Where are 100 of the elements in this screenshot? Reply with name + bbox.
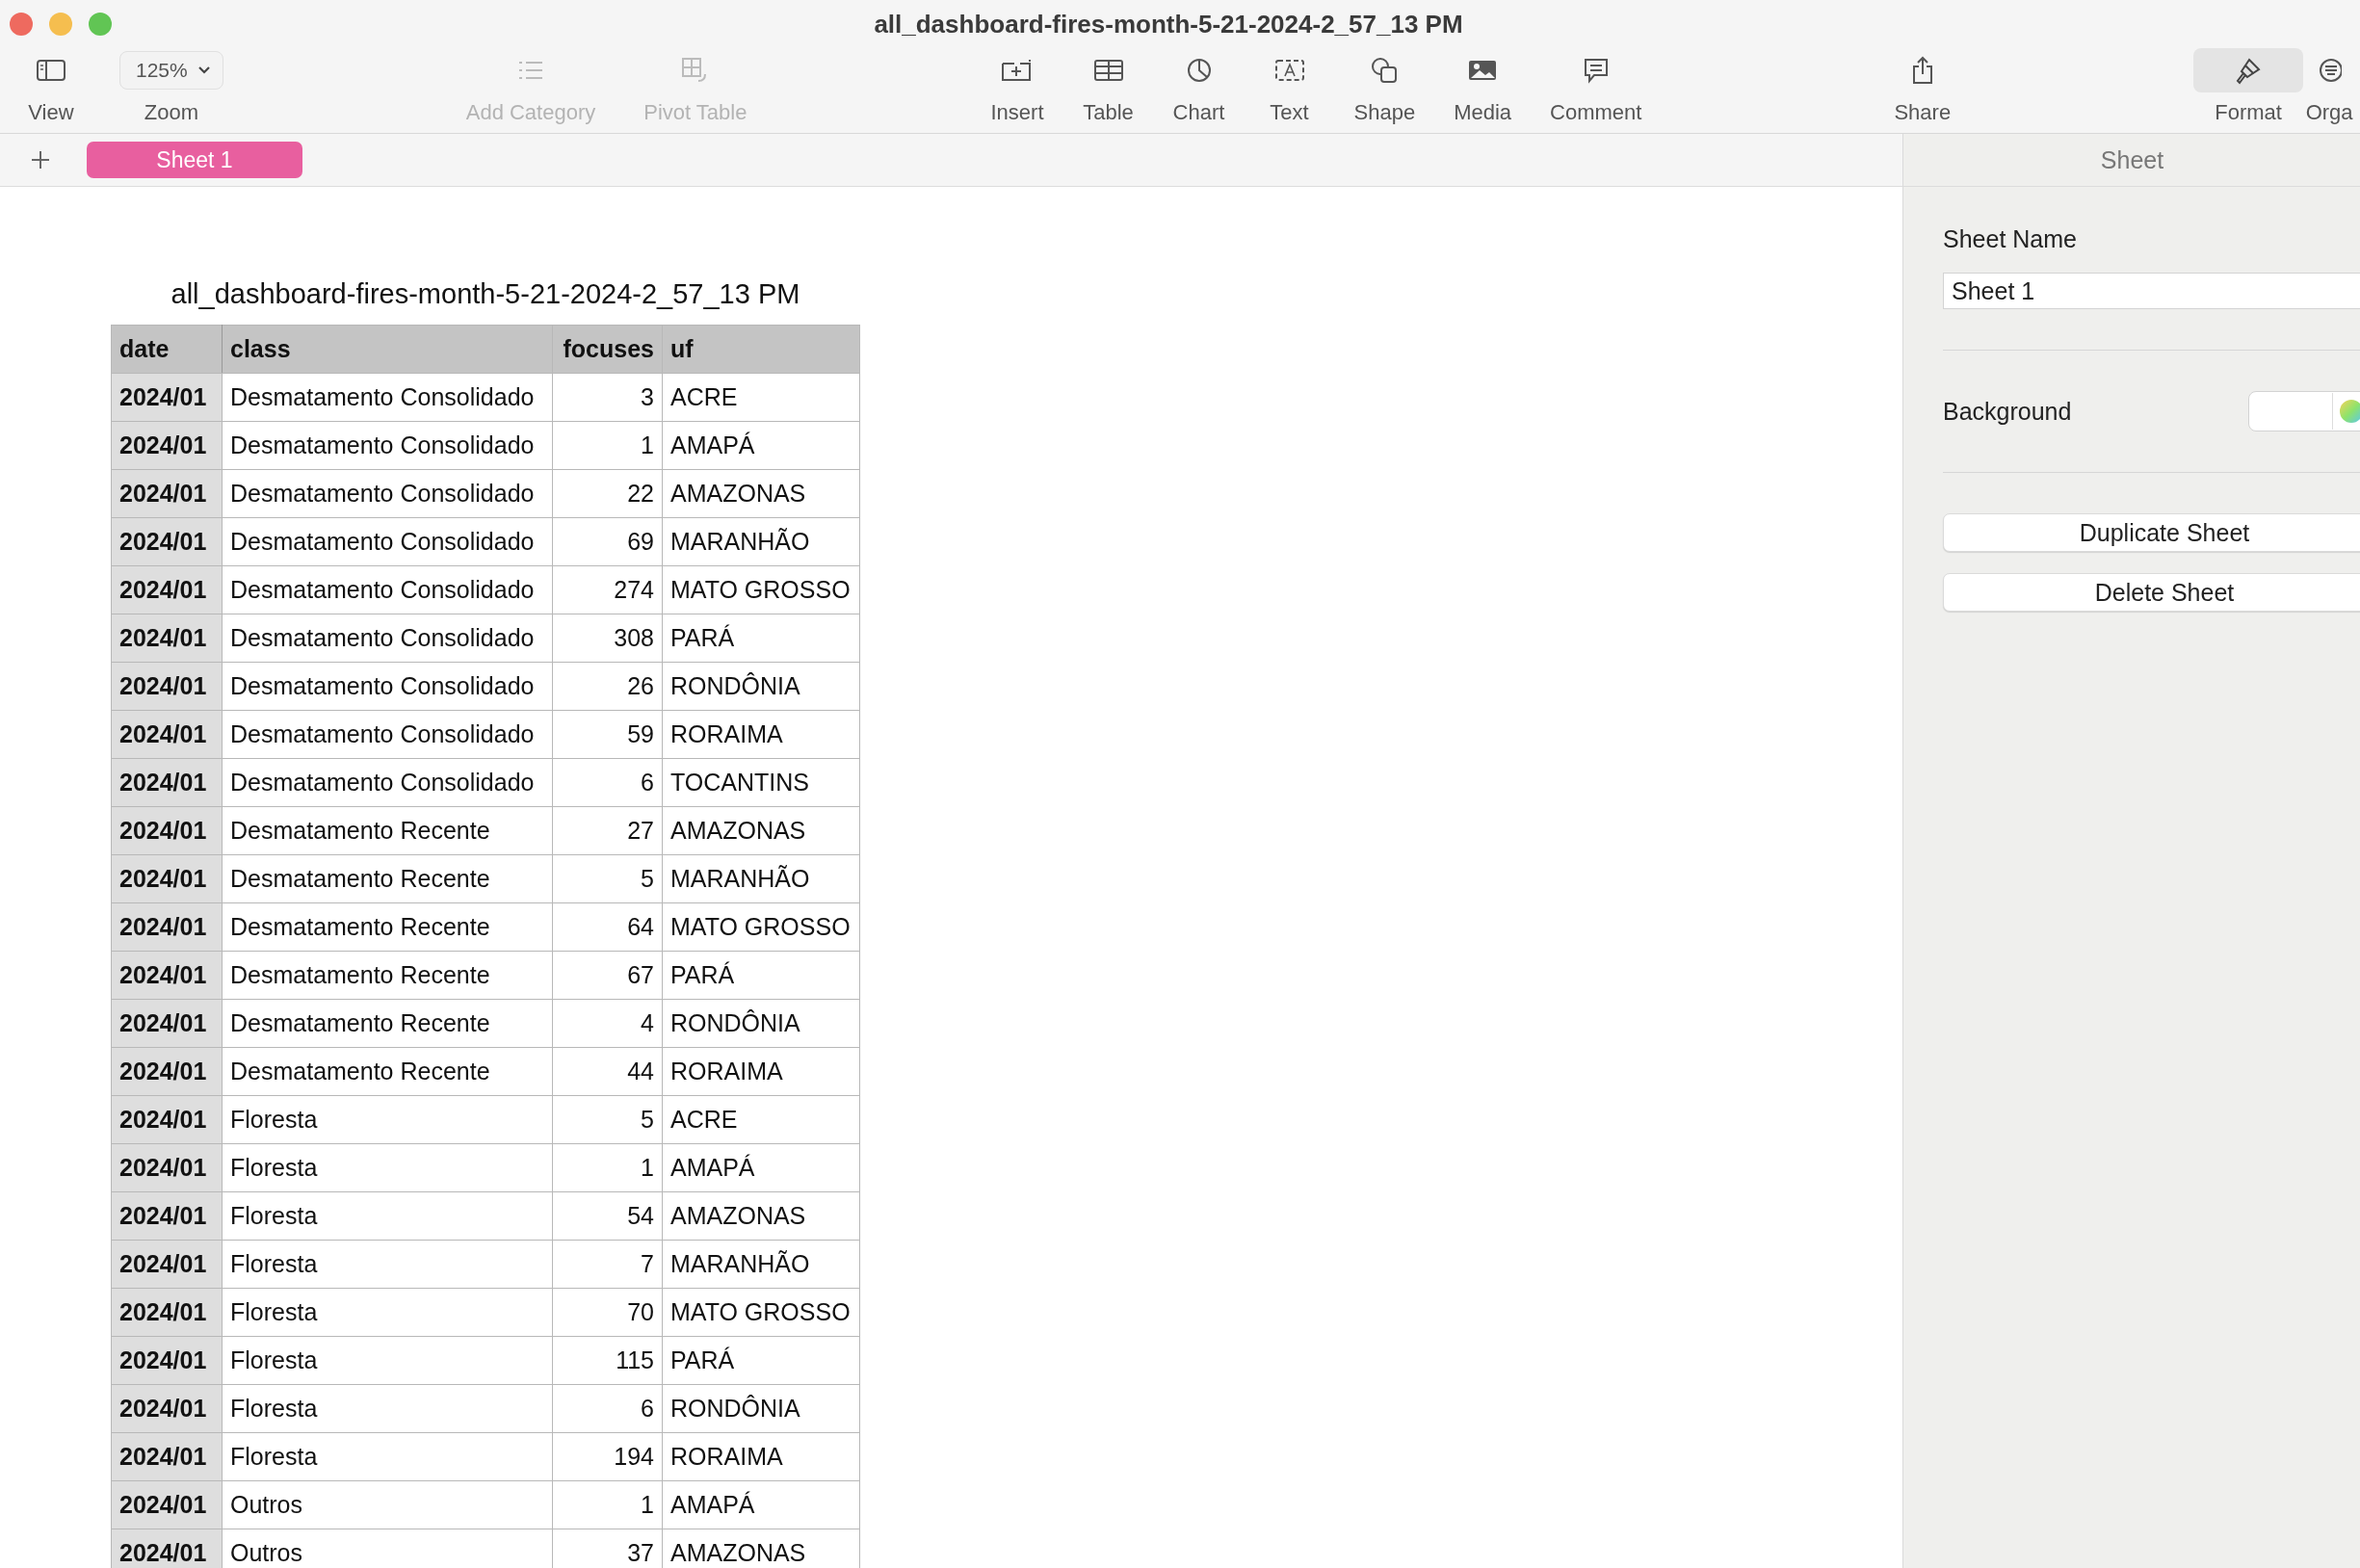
- table-cell: 2024/01: [111, 1336, 223, 1385]
- column-header: date: [111, 325, 223, 374]
- table-cell: Desmatamento Consolidado: [222, 565, 553, 614]
- table-cell: 2024/01: [111, 1288, 223, 1337]
- toolbar-button[interactable]: Table: [1082, 48, 1135, 125]
- table-cell: 308: [552, 614, 663, 663]
- table-cell: 2024/01: [111, 373, 223, 422]
- table-cell: 2024/01: [111, 1047, 223, 1096]
- table-cell: AMAZONAS: [662, 469, 860, 518]
- table-cell: 2024/01: [111, 999, 223, 1048]
- table-cell: 2024/01: [111, 1480, 223, 1529]
- table-cell: MARANHÃO: [662, 517, 860, 566]
- toolbar-button[interactable]: Chart: [1172, 48, 1225, 125]
- table-cell: 1: [552, 1143, 663, 1192]
- table-cell: MARANHÃO: [662, 854, 860, 903]
- table-cell: 6: [552, 1384, 663, 1433]
- table-cell: Outros: [222, 1480, 553, 1529]
- table-cell: Desmatamento Recente: [222, 806, 553, 855]
- table-cell: Floresta: [222, 1432, 553, 1481]
- table-cell: Desmatamento Consolidado: [222, 469, 553, 518]
- sheet-action-button[interactable]: Delete Sheet: [1943, 573, 2360, 612]
- zoom-button[interactable]: [89, 13, 112, 36]
- table-cell: Floresta: [222, 1288, 553, 1337]
- table-cell: 5: [552, 854, 663, 903]
- table-cell: ACRE: [662, 1095, 860, 1144]
- toolbar-button[interactable]: Comment: [1550, 48, 1642, 125]
- shapes-icon: [1370, 57, 1400, 84]
- table-cell: MATO GROSSO: [662, 565, 860, 614]
- table-cell: Floresta: [222, 1143, 553, 1192]
- table-cell: Desmatamento Consolidado: [222, 758, 553, 807]
- table-cell: Desmatamento Consolidado: [222, 373, 553, 422]
- table-cell: 2024/01: [111, 854, 223, 903]
- toolbar-button[interactable]: Orga: [2303, 48, 2356, 125]
- table-cell: AMAPÁ: [662, 1143, 860, 1192]
- sheet-name-field[interactable]: Sheet 1: [1943, 273, 2360, 309]
- table-cell: AMAZONAS: [662, 806, 860, 855]
- table-cell: 2024/01: [111, 614, 223, 663]
- table-cell: 54: [552, 1191, 663, 1241]
- table-cell: Desmatamento Recente: [222, 902, 553, 952]
- toolbar-button[interactable]: Text: [1263, 48, 1316, 125]
- table-cell: 3: [552, 373, 663, 422]
- table-cell: Desmatamento Recente: [222, 999, 553, 1048]
- table-cell: MATO GROSSO: [662, 1288, 860, 1337]
- toolbar-button[interactable]: Share: [1894, 48, 1952, 125]
- table-cell: 69: [552, 517, 663, 566]
- table-cell: 2024/01: [111, 1432, 223, 1481]
- table-cell: RONDÔNIA: [662, 662, 860, 711]
- table-cell: Floresta: [222, 1336, 553, 1385]
- color-wheel-icon[interactable]: [2339, 399, 2360, 424]
- table-cell: 115: [552, 1336, 663, 1385]
- table-title: all_dashboard-fires-month-5-21-2024-2_57_13 PM: [170, 278, 801, 310]
- toolbar-button[interactable]: Shape: [1353, 48, 1416, 125]
- table-cell: 1: [552, 421, 663, 470]
- column-header: uf: [662, 325, 860, 374]
- table-icon: [1092, 58, 1124, 83]
- table-cell: 22: [552, 469, 663, 518]
- table-cell: 2024/01: [111, 1384, 223, 1433]
- field-label: Background: [1943, 397, 2072, 426]
- field-label: Sheet Name: [1943, 225, 2078, 253]
- table-cell: PARÁ: [662, 614, 860, 663]
- zoom-dropdown[interactable]: 125%: [119, 51, 223, 90]
- toolbar-button[interactable]: Insert: [990, 48, 1044, 125]
- table-cell: 2024/01: [111, 517, 223, 566]
- table-cell: 7: [552, 1240, 663, 1289]
- sheet-action-button[interactable]: Duplicate Sheet: [1943, 513, 2360, 552]
- close-button[interactable]: [10, 13, 33, 36]
- table-cell: Desmatamento Recente: [222, 1047, 553, 1096]
- table-cell: PARÁ: [662, 1336, 860, 1385]
- table-cell: AMAPÁ: [662, 1480, 860, 1529]
- table-cell: 2024/01: [111, 806, 223, 855]
- table-cell: TOCANTINS: [662, 758, 860, 807]
- zoom-control[interactable]: 125% Zoom: [118, 48, 225, 125]
- table-cell: RONDÔNIA: [662, 1384, 860, 1433]
- table-cell: ACRE: [662, 373, 860, 422]
- table-cell: 2024/01: [111, 565, 223, 614]
- inspector-title: Sheet: [2100, 145, 2164, 174]
- table-cell: 1: [552, 1480, 663, 1529]
- image-icon: [1467, 58, 1499, 83]
- insert-icon: [1001, 58, 1034, 83]
- table-cell: Desmatamento Consolidado: [222, 517, 553, 566]
- table-cell: MARANHÃO: [662, 1240, 860, 1289]
- toolbar-button[interactable]: Media: [1454, 48, 1512, 125]
- table-cell: Desmatamento Recente: [222, 854, 553, 903]
- table-cell: 70: [552, 1288, 663, 1337]
- add-sheet-icon[interactable]: [30, 149, 51, 170]
- table-cell: 59: [552, 710, 663, 759]
- table-cell: 64: [552, 902, 663, 952]
- table-cell: 4: [552, 999, 663, 1048]
- table-cell: 2024/01: [111, 469, 223, 518]
- sidebar-icon: [36, 58, 66, 83]
- color-well[interactable]: [2248, 391, 2360, 431]
- toolbar-button[interactable]: View: [25, 48, 77, 125]
- window-title: all_dashboard-fires-month-5-21-2024-2_57_13 PM: [873, 9, 1464, 39]
- table-cell: Floresta: [222, 1240, 553, 1289]
- text-box-icon: [1273, 58, 1305, 83]
- table-cell: 2024/01: [111, 902, 223, 952]
- table-cell: Desmatamento Consolidado: [222, 421, 553, 470]
- minimize-button[interactable]: [49, 13, 72, 36]
- table-cell: 2024/01: [111, 1143, 223, 1192]
- table-cell: 2024/01: [111, 1240, 223, 1289]
